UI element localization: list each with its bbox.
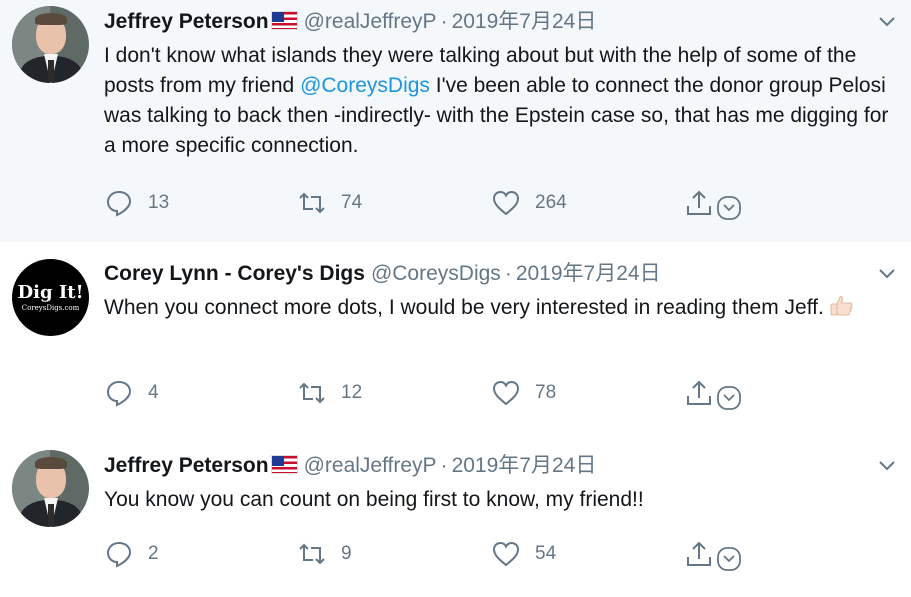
tweet-header: Jeffrey Peterson @realJeffreyP · 2019年7月24日 [104, 9, 596, 35]
separator: · [504, 262, 512, 285]
user-handle[interactable]: @realJeffreyP [304, 454, 437, 477]
reply-button[interactable]: 13 [104, 185, 169, 221]
tweet-header: Corey Lynn - Corey's Digs @CoreysDigs · 201… [104, 261, 661, 287]
share-icon [687, 541, 711, 566]
avatar[interactable] [12, 6, 89, 83]
retweet-button[interactable]: 12 [297, 375, 362, 411]
tweet-actions: 13 74 264 [104, 185, 754, 221]
tweet-header: Jeffrey Peterson @realJeffreyP · 2019年7月24日 [104, 453, 596, 479]
reply-icon [106, 380, 132, 407]
share-icon [687, 380, 711, 405]
avatar[interactable] [12, 450, 89, 527]
retweet-button[interactable]: 9 [297, 536, 352, 572]
chevron-down-icon[interactable] [716, 195, 742, 221]
logo-subtitle: CoreysDigs.com [21, 303, 80, 312]
chevron-down-icon[interactable] [877, 11, 897, 31]
tweet-actions: 4 12 78 [104, 375, 754, 411]
chevron-down-icon[interactable] [877, 263, 897, 283]
reply-button[interactable]: 2 [104, 536, 159, 572]
user-handle[interactable]: @CoreysDigs [371, 262, 501, 285]
share-icon [687, 190, 711, 215]
like-count: 264 [535, 192, 567, 213]
reply-button[interactable]: 4 [104, 375, 159, 411]
heart-icon [492, 541, 520, 567]
tweet-text: When you connect more dots, I would be v… [104, 293, 894, 323]
separator: · [440, 10, 448, 33]
us-flag-icon [270, 11, 298, 30]
reply-count: 4 [148, 382, 159, 403]
us-flag-icon [270, 455, 298, 474]
tweet-actions: 2 9 54 [104, 536, 754, 572]
like-button[interactable]: 264 [491, 185, 567, 221]
mention-link[interactable]: @CoreysDigs [300, 74, 430, 97]
retweet-icon [299, 382, 325, 404]
share-button[interactable] [684, 375, 742, 411]
retweet-icon [299, 192, 325, 214]
like-button[interactable]: 78 [491, 375, 556, 411]
chevron-down-icon[interactable] [877, 455, 897, 475]
reply-icon [106, 190, 132, 217]
display-name[interactable]: Jeffrey Peterson [104, 10, 269, 33]
display-name[interactable]: Corey Lynn - Corey's Digs [104, 262, 365, 285]
chevron-down-icon[interactable] [716, 385, 742, 411]
retweet-icon [299, 543, 325, 565]
share-button[interactable] [684, 185, 742, 221]
heart-icon [492, 190, 520, 216]
share-button[interactable] [684, 536, 742, 572]
reply-icon [106, 541, 132, 568]
separator: · [440, 454, 448, 477]
like-count: 54 [535, 543, 557, 564]
reply-count: 2 [148, 543, 159, 564]
reply-count: 13 [148, 192, 170, 213]
tweet-text-segment: You know you can count on being first to… [104, 488, 644, 511]
thumbs-up-emoji [830, 296, 853, 316]
tweet-text-segment: When you connect more dots, I would be v… [104, 296, 824, 319]
retweet-count: 74 [341, 192, 363, 213]
tweet-text: I don't know what islands they were talk… [104, 41, 894, 161]
logo-title: Dig It! [17, 281, 84, 303]
retweet-button[interactable]: 74 [297, 185, 362, 221]
chevron-down-icon[interactable] [716, 546, 742, 572]
tweet-date[interactable]: 2019年7月24日 [452, 454, 597, 477]
tweet-date[interactable]: 2019年7月24日 [516, 262, 661, 285]
like-button[interactable]: 54 [491, 536, 556, 572]
heart-icon [492, 380, 520, 406]
tweet-text: You know you can count on being first to… [104, 485, 894, 515]
user-handle[interactable]: @realJeffreyP [304, 10, 437, 33]
retweet-count: 9 [341, 543, 352, 564]
tweet-date[interactable]: 2019年7月24日 [452, 10, 597, 33]
like-count: 78 [535, 382, 557, 403]
avatar[interactable]: Dig It! CoreysDigs.com [12, 259, 89, 336]
retweet-count: 12 [341, 382, 363, 403]
display-name[interactable]: Jeffrey Peterson [104, 454, 269, 477]
